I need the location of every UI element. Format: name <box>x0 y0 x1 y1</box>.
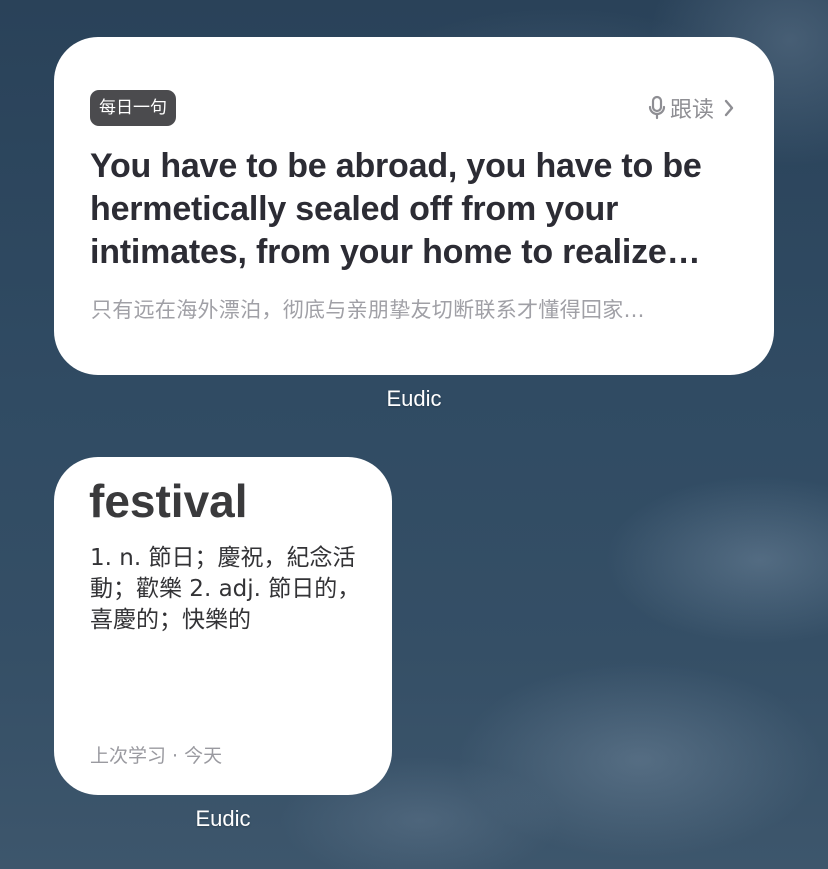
word-widget[interactable]: festival 1. n. 節日；慶祝，紀念活動；歡樂 2. adj. 節日的… <box>54 457 392 795</box>
daily-sentence-widget[interactable]: 每日一句 跟读 You have to be abroad, you have … <box>54 37 774 375</box>
daily-sentence-badge: 每日一句 <box>90 90 176 126</box>
quote-english: You have to be abroad, you have to be he… <box>90 147 702 271</box>
app-label-word: Eudic <box>195 806 251 831</box>
quote-chinese: 只有远在海外漂泊，彻底与亲朋挚友切断联系才懂得回家… <box>91 298 645 322</box>
app-label-daily: Eudic <box>386 386 442 411</box>
follow-read-label: 跟读 <box>669 98 714 123</box>
microphone-icon <box>648 95 666 120</box>
word-definition: 1. n. 節日；慶祝，紀念活動；歡樂 2. adj. 節日的，喜慶的；快樂的 <box>90 545 361 633</box>
word-title: festival <box>89 475 248 527</box>
chevron-right-icon <box>724 99 734 117</box>
follow-read-button[interactable]: 跟读 <box>648 90 734 126</box>
last-study-label: 上次学习 · 今天 <box>90 745 223 767</box>
